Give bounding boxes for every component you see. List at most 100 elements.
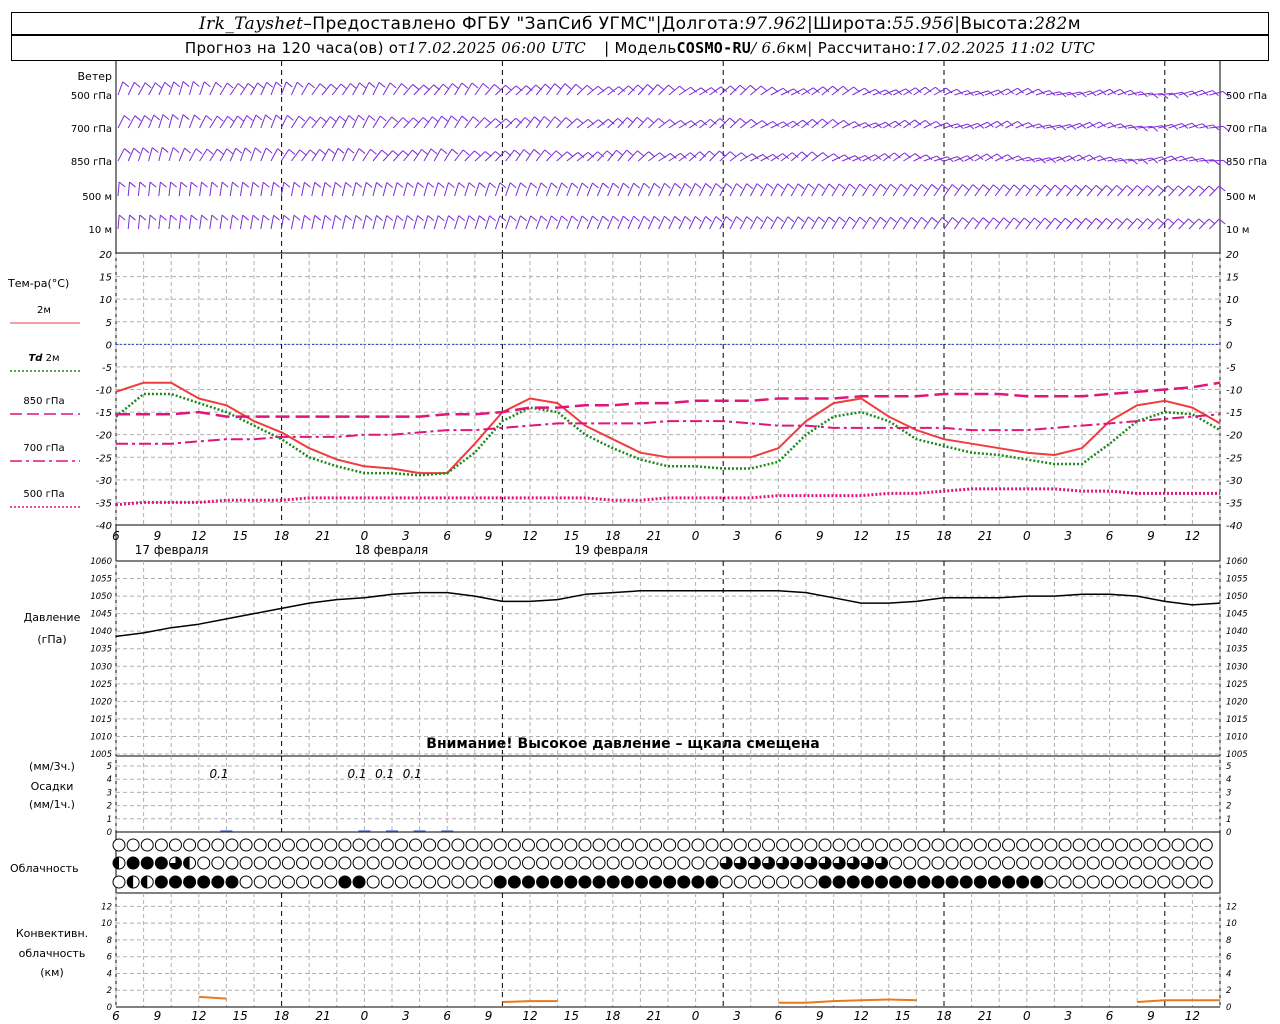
wind-barb-feather	[910, 216, 918, 223]
cloud-circle	[1072, 875, 1086, 889]
hour-label-temp: 15	[564, 529, 579, 543]
wind-barb-feather	[365, 182, 373, 188]
cloud-circle	[366, 875, 380, 889]
wind-barb	[821, 216, 830, 230]
cloud-overcast	[197, 876, 210, 888]
cloud-circle	[1199, 856, 1213, 870]
wind-barb-feather	[1075, 217, 1082, 224]
wind-barb-feather	[401, 83, 408, 89]
precip-bar	[441, 830, 454, 832]
precip-unit-3h: (мм/3ч.)	[29, 760, 75, 773]
wind-barb-feather	[1023, 217, 1031, 224]
legend-label-text: 2м	[42, 353, 59, 364]
cloud-circle	[296, 856, 310, 870]
wind-barb-feather	[149, 181, 157, 188]
wind-barb-feather	[293, 181, 301, 188]
wind-barb	[362, 148, 371, 162]
cloud-circle	[762, 875, 776, 889]
wind-barb	[199, 115, 207, 129]
wind-barb	[117, 81, 124, 96]
conv-tick-right: 4	[1226, 969, 1231, 979]
wind-barb	[1005, 217, 1015, 230]
wind-barb	[311, 149, 320, 162]
wind-barb	[321, 182, 326, 197]
wind-barb-feather	[273, 214, 280, 221]
wind-barb-feather	[643, 182, 651, 189]
day-label: 18 февраля	[355, 543, 429, 557]
wind-barb-feather	[235, 147, 243, 154]
wind-barb	[168, 114, 174, 129]
cloud-circle	[747, 838, 761, 852]
wind-barb	[505, 149, 515, 162]
wind-barb	[270, 148, 278, 162]
precip-tick-left: 0	[107, 828, 112, 838]
wind-barb-feather	[215, 81, 223, 88]
hour-label-bottom: 6	[112, 1009, 120, 1023]
wind-barb	[392, 83, 402, 96]
wind-barb-feather	[1116, 218, 1123, 224]
wind-barb	[433, 148, 442, 162]
cloud-circle	[762, 838, 776, 852]
cloud-overcast	[931, 876, 944, 888]
wind-barb-feather	[1126, 185, 1134, 191]
legend-label: 500 гПа	[23, 489, 64, 500]
hour-label-temp: 21	[315, 529, 330, 543]
wind-barb-feather	[674, 215, 682, 222]
cloud-circle	[1100, 838, 1114, 852]
cloud-circle	[1016, 856, 1030, 870]
cloud-circle	[296, 838, 310, 852]
wind-barb-feather	[285, 81, 293, 88]
cloud-circle	[620, 856, 634, 870]
pressure-tick-right: 1050	[1226, 592, 1248, 602]
legend-label-italic: Td	[28, 353, 43, 364]
cloud-circle	[1100, 875, 1114, 889]
cloud-overcast	[338, 876, 351, 888]
wind-barb-feather	[237, 115, 244, 122]
wind-barb-feather	[340, 83, 348, 90]
wind-barb-feather	[633, 182, 640, 189]
wind-barb-feather	[1054, 184, 1062, 191]
temp-tick-right: 0	[1226, 340, 1232, 351]
hour-label-temp: 0	[361, 529, 369, 543]
wind-barb	[372, 149, 383, 162]
wind-barb-feather	[195, 148, 203, 155]
wind-barb	[117, 215, 120, 230]
wind-barb-feather	[849, 183, 856, 190]
precip-bar	[386, 830, 398, 832]
hour-label-temp: 18	[936, 529, 952, 543]
hour-label-temp: 6	[1106, 529, 1114, 543]
wind-barb-feather	[347, 147, 355, 154]
wind-barb-feather	[242, 214, 250, 221]
pressure-tick-left: 1010	[90, 732, 112, 742]
wind-barb-feather	[358, 114, 365, 121]
cloud-overcast	[635, 876, 648, 888]
wind-barb-feather	[1208, 185, 1216, 192]
wind-barb	[1209, 91, 1224, 96]
cloud-circle	[267, 875, 281, 889]
wind-barb-feather	[657, 84, 664, 90]
conv-tick-left: 2	[107, 986, 112, 996]
wind-barb-feather	[869, 216, 877, 223]
wind-barb-feather	[592, 215, 599, 222]
cloud-circle	[1129, 856, 1143, 870]
wind-barb	[627, 182, 635, 197]
cloud-circle	[705, 838, 719, 852]
wind-barb-feather	[427, 182, 435, 188]
wind-barb-feather	[144, 82, 152, 89]
cloud-circle	[1199, 838, 1213, 852]
wind-barb-feather	[736, 216, 743, 222]
wind-barb-feather	[427, 215, 435, 221]
cloud-circle	[267, 838, 281, 852]
wind-barb	[382, 215, 388, 230]
wind-barb	[698, 183, 707, 197]
wind-barb	[617, 215, 624, 230]
cloud-circle	[366, 856, 380, 870]
wind-barb	[515, 182, 521, 197]
legend-label: 700 гПа	[23, 443, 64, 454]
wind-barb-feather	[777, 216, 784, 223]
wind-barb	[321, 83, 332, 96]
hour-label-bottom: 9	[485, 1009, 493, 1023]
wind-barb-feather	[170, 181, 177, 188]
cloud-circle	[903, 838, 917, 852]
wind-barb	[229, 148, 237, 162]
